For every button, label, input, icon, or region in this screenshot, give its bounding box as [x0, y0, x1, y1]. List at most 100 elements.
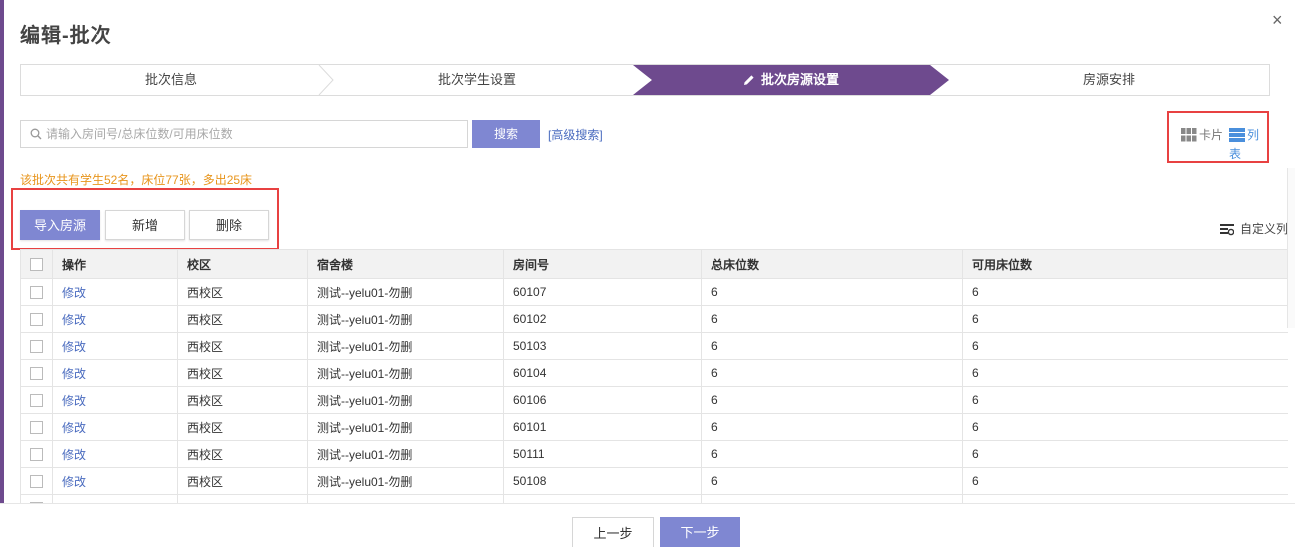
- edit-link[interactable]: 修改: [52, 359, 178, 387]
- edit-link[interactable]: 修改: [52, 386, 178, 414]
- room-number-cell: 50103: [503, 332, 702, 360]
- available-beds-cell: 6: [962, 440, 1288, 468]
- total-beds-cell: [701, 494, 963, 503]
- table-row: 修改 西校区 测试--yelu01-勿删 50108 6 6: [20, 467, 1288, 495]
- column-header: 房间号: [503, 249, 702, 279]
- table-row: 修改 西校区 测试--yelu01-勿删 60106 6 6: [20, 386, 1288, 414]
- building-cell: 测试--yelu01-勿删: [307, 386, 504, 414]
- row-checkbox[interactable]: [20, 494, 53, 503]
- edit-link[interactable]: 修改: [52, 305, 178, 333]
- edit-link[interactable]: 修改: [52, 467, 178, 495]
- row-checkbox[interactable]: [20, 359, 53, 387]
- building-cell: 测试--yelu01-勿删: [307, 359, 504, 387]
- grid-icon: [1181, 128, 1197, 146]
- edit-link[interactable]: 修改: [52, 278, 178, 306]
- available-beds-cell: 6: [962, 413, 1288, 441]
- table-row: 修改 西校区 测试--yelu01-勿删 50103 6 6: [20, 332, 1288, 360]
- step-room-arrangement[interactable]: 房源安排: [949, 65, 1269, 95]
- row-checkbox[interactable]: [20, 440, 53, 468]
- building-cell: 测试--yelu01-勿删: [307, 305, 504, 333]
- column-settings-icon: [1220, 224, 1235, 239]
- available-beds-cell: 6: [962, 467, 1288, 495]
- select-all-checkbox[interactable]: [20, 249, 53, 279]
- building-cell: 测试--yelu01-勿删: [307, 413, 504, 441]
- room-number-cell: 60107: [503, 278, 702, 306]
- total-beds-cell: 6: [701, 386, 963, 414]
- campus-cell: [177, 494, 308, 503]
- step-batch-info[interactable]: 批次信息: [21, 65, 321, 95]
- room-number-cell: 50111: [503, 440, 702, 468]
- step-room-settings[interactable]: 批次房源设置: [633, 65, 949, 95]
- next-step-button[interactable]: 下一步: [660, 517, 740, 547]
- row-checkbox[interactable]: [20, 305, 53, 333]
- delete-button[interactable]: 删除: [189, 210, 269, 240]
- list-view-toggle[interactable]: 列表: [1229, 127, 1267, 161]
- room-number-cell: [503, 494, 702, 503]
- row-checkbox[interactable]: [20, 467, 53, 495]
- import-rooms-button[interactable]: 导入房源: [20, 210, 100, 240]
- building-cell: 测试--yelu01-勿删: [307, 467, 504, 495]
- left-accent-bar: [0, 0, 4, 547]
- search-input[interactable]: [46, 123, 456, 145]
- total-beds-cell: 6: [701, 440, 963, 468]
- add-button[interactable]: 新增: [105, 210, 185, 240]
- dialog-title: 编辑-批次: [20, 25, 112, 47]
- batch-summary: 该批次共有学生52名，床位77张，多出25床: [20, 173, 253, 187]
- table-row: 修改 西校区 测试--yelu01-勿删 60102 6 6: [20, 305, 1288, 333]
- previous-step-button[interactable]: 上一步: [572, 517, 654, 547]
- step-label: 房源安排: [1082, 72, 1135, 87]
- edit-link[interactable]: 修改: [52, 413, 178, 441]
- room-number-cell: 60102: [503, 305, 702, 333]
- magnifier-icon: [30, 128, 42, 143]
- advanced-search-link[interactable]: [高级搜索]: [548, 126, 603, 143]
- total-beds-cell: 6: [701, 467, 963, 495]
- total-beds-cell: 6: [701, 359, 963, 387]
- custom-columns-button[interactable]: 自定义列: [1220, 220, 1288, 239]
- available-beds-cell: 6: [962, 359, 1288, 387]
- row-checkbox[interactable]: [20, 278, 53, 306]
- step-label: 批次学生设置: [437, 72, 516, 87]
- room-number-cell: 60104: [503, 359, 702, 387]
- available-beds-cell: 6: [962, 305, 1288, 333]
- list-icon: [1229, 128, 1245, 146]
- room-number-cell: 50108: [503, 467, 702, 495]
- view-toggle: 卡片 列表: [1167, 111, 1269, 163]
- row-checkbox[interactable]: [20, 332, 53, 360]
- step-student-settings[interactable]: 批次学生设置: [321, 65, 633, 95]
- rooms-table-container: 操作 校区 宿舍楼 房间号 总床位数 可用床位数 修改 西校区 测试--yelu01…: [20, 249, 1288, 503]
- building-cell: 测试--yelu01-勿删: [307, 332, 504, 360]
- edit-link[interactable]: 修改: [52, 440, 178, 468]
- search-button[interactable]: 搜索: [472, 120, 540, 148]
- available-beds-cell: 6: [962, 332, 1288, 360]
- campus-cell: 西校区: [177, 440, 308, 468]
- row-checkbox[interactable]: [20, 413, 53, 441]
- column-header: 校区: [177, 249, 308, 279]
- table-row: 修改 西校区 测试--yelu01-勿删 60104 6 6: [20, 359, 1288, 387]
- total-beds-cell: 6: [701, 413, 963, 441]
- row-checkbox[interactable]: [20, 386, 53, 414]
- search-box: [20, 120, 468, 148]
- column-header: 总床位数: [701, 249, 963, 279]
- edit-link[interactable]: [52, 494, 178, 503]
- campus-cell: 西校区: [177, 359, 308, 387]
- available-beds-cell: [962, 494, 1288, 503]
- campus-cell: 西校区: [177, 332, 308, 360]
- total-beds-cell: 6: [701, 332, 963, 360]
- step-label: 批次信息: [144, 72, 197, 87]
- campus-cell: 西校区: [177, 386, 308, 414]
- close-icon[interactable]: ×: [1272, 10, 1283, 30]
- card-view-label: 卡片: [1199, 128, 1224, 142]
- edit-link[interactable]: 修改: [52, 332, 178, 360]
- table-row: 修改 西校区 测试--yelu01-勿删 60101 6 6: [20, 413, 1288, 441]
- column-header: 操作: [52, 249, 178, 279]
- building-cell: [307, 494, 504, 503]
- room-number-cell: 60106: [503, 386, 702, 414]
- campus-cell: 西校区: [177, 278, 308, 306]
- table-row: 修改 西校区 测试--yelu01-勿删 50111 6 6: [20, 440, 1288, 468]
- building-cell: 测试--yelu01-勿删: [307, 278, 504, 306]
- column-header: 可用床位数: [962, 249, 1288, 279]
- table-row: [20, 494, 1288, 503]
- card-view-toggle[interactable]: 卡片: [1181, 127, 1223, 143]
- step-wizard: 批次信息 批次学生设置 批次房源设置 房源安排: [20, 64, 1270, 96]
- available-beds-cell: 6: [962, 386, 1288, 414]
